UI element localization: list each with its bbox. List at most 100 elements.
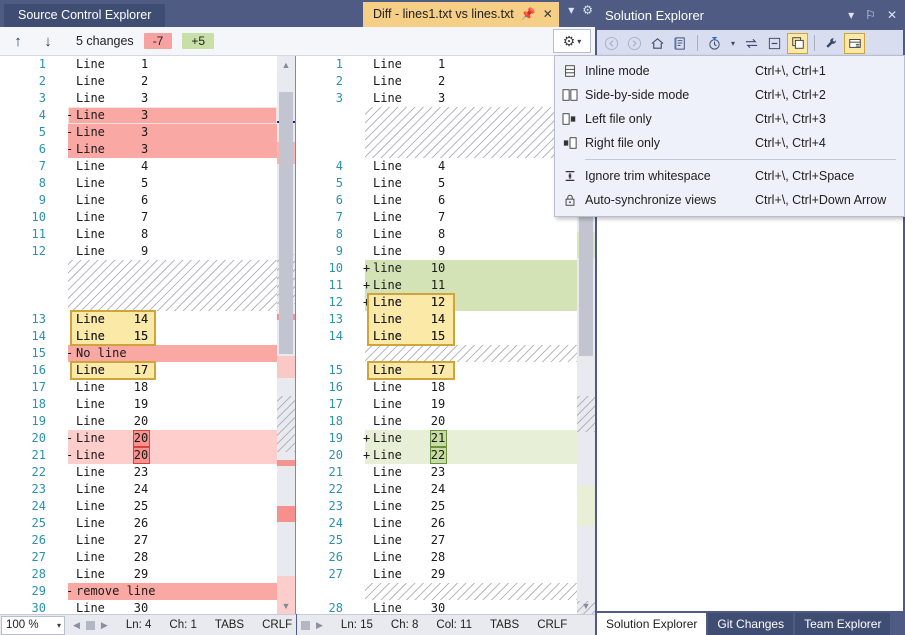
collapse-all-icon[interactable] [764,33,785,54]
code-line-row[interactable]: 7Line 7 [297,209,595,226]
code-line-row[interactable]: 1Line 1 [0,56,295,73]
back-icon[interactable] [601,33,622,54]
right-horizontal-scrollbar[interactable]: ▶ [301,620,323,631]
code-line-row[interactable]: 27Line 28 [0,549,295,566]
diff-gap-row[interactable] [0,294,295,311]
menu-item-lock[interactable]: Auto-synchronize viewsCtrl+\, Ctrl+Down … [555,188,904,212]
tab-source-control-explorer[interactable]: Source Control Explorer [4,4,165,27]
scroll-thumb[interactable] [301,621,310,630]
code-line-row[interactable]: 22Line 23 [0,464,295,481]
code-line-row[interactable]: 20+Line 22 [297,447,595,464]
scroll-right-icon[interactable]: ▶ [316,620,323,631]
scroll-thumb[interactable] [579,196,593,356]
code-line-row[interactable]: 14Line 15 [0,328,295,345]
home-icon[interactable] [647,33,668,54]
bottom-tab-solution-explorer[interactable]: Solution Explorer [597,613,706,635]
menu-item-inline-mode[interactable]: Inline modeCtrl+\, Ctrl+1 [555,59,904,83]
code-line-row[interactable]: 17Line 19 [297,396,595,413]
code-line-row[interactable]: 28Line 30 [297,600,595,614]
scroll-down-icon[interactable]: ▼ [277,597,295,614]
scroll-up-icon[interactable]: ▲ [277,56,295,73]
code-line-row[interactable]: 18Line 19 [0,396,295,413]
diff-settings-button[interactable]: ⚙ ▾ [553,29,591,53]
diff-gap-row[interactable] [297,345,595,362]
sync-with-active-document-icon[interactable] [741,33,762,54]
zoom-level-selector[interactable]: 100 % ▾ [1,616,65,635]
scroll-down-icon[interactable]: ▼ [577,597,595,614]
code-line-row[interactable]: 19+Line 21 [297,430,595,447]
pin-icon[interactable]: ⚐ [865,8,876,22]
code-line-row[interactable]: 4Line 4 [297,158,595,175]
code-line-row[interactable]: 26Line 27 [0,532,295,549]
code-line-row[interactable]: 3Line 3 [0,90,295,107]
left-horizontal-scrollbar[interactable]: ◀ ▶ [73,620,108,631]
menu-item-left-file-only[interactable]: Left file onlyCtrl+\, Ctrl+3 [555,107,904,131]
code-line-row[interactable]: 1Line 1 [297,56,595,73]
code-line-row[interactable]: 9Line 6 [0,192,295,209]
code-line-row[interactable]: 20-Line 20 [0,430,295,447]
tab-list-dropdown-icon[interactable]: ▾ [568,3,574,17]
code-line-row[interactable]: 26Line 28 [297,549,595,566]
next-change-button[interactable]: ↓ [36,29,60,53]
code-line-row[interactable]: 27Line 29 [297,566,595,583]
code-line-row[interactable]: 11Line 8 [0,226,295,243]
diff-gap-row[interactable] [0,277,295,294]
code-line-row[interactable]: 12+Line 12 [297,294,595,311]
code-line-row[interactable]: 6Line 6 [297,192,595,209]
menu-item-side-by-side-mode[interactable]: Side-by-side modeCtrl+\, Ctrl+2 [555,83,904,107]
code-line-row[interactable]: 21-Line 20 [0,447,295,464]
code-line-row[interactable]: 8Line 5 [0,175,295,192]
diff-gap-row[interactable] [297,583,595,600]
code-line-row[interactable]: 5-Line 3 [0,124,295,141]
code-line-row[interactable]: 30Line 30 [0,600,295,614]
code-line-row[interactable]: 11+Line 11 [297,277,595,294]
code-line-row[interactable]: 10Line 7 [0,209,295,226]
code-line-row[interactable]: 17Line 18 [0,379,295,396]
left-code-surface[interactable]: 1Line 12Line 23Line 34-Line 35-Line 36-L… [0,56,295,614]
code-line-row[interactable]: 15-No line [0,345,295,362]
scroll-thumb[interactable] [86,621,95,630]
menu-item-trim-whitespace[interactable]: Ignore trim whitespaceCtrl+\, Ctrl+Space [555,164,904,188]
diff-gap-row[interactable] [297,124,595,141]
code-line-row[interactable]: 2Line 2 [0,73,295,90]
code-line-row[interactable]: 24Line 26 [297,515,595,532]
right-diff-pane[interactable]: 1Line 12Line 23Line 34Line 45Line 56Line… [297,56,595,614]
code-line-row[interactable]: 6-Line 3 [0,141,295,158]
code-line-row[interactable]: 12Line 9 [0,243,295,260]
code-line-row[interactable]: 22Line 24 [297,481,595,498]
close-icon[interactable]: ✕ [887,8,897,22]
code-line-row[interactable]: 23Line 25 [297,498,595,515]
properties-window-icon[interactable] [844,33,865,54]
menu-item-right-file-only[interactable]: Right file onlyCtrl+\, Ctrl+4 [555,131,904,155]
scroll-left-icon[interactable]: ◀ [73,620,80,631]
scroll-thumb[interactable] [279,92,293,354]
diff-gap-row[interactable] [297,107,595,124]
code-line-row[interactable]: 13Line 14 [297,311,595,328]
code-line-row[interactable]: 29-remove line [0,583,295,600]
code-line-row[interactable]: 10+line 10 [297,260,595,277]
code-line-row[interactable]: 21Line 23 [297,464,595,481]
code-line-row[interactable]: 25Line 27 [297,532,595,549]
left-diff-pane[interactable]: 1Line 12Line 23Line 34-Line 35-Line 36-L… [0,56,296,614]
tab-diff-document[interactable]: Diff - lines1.txt vs lines.txt 📌 ✕ [363,2,559,27]
code-line-row[interactable]: 16Line 18 [297,379,595,396]
code-line-row[interactable]: 23Line 24 [0,481,295,498]
diff-gap-row[interactable] [297,141,595,158]
pending-changes-icon[interactable] [670,33,691,54]
previous-change-button[interactable]: ↑ [6,29,30,53]
code-line-row[interactable]: 3Line 3 [297,90,595,107]
pin-icon[interactable]: 📌 [521,2,536,27]
code-line-row[interactable]: 28Line 29 [0,566,295,583]
bottom-tab-git-changes[interactable]: Git Changes [708,613,793,635]
code-line-row[interactable]: 2Line 2 [297,73,595,90]
chevron-down-icon[interactable]: ▾ [727,33,739,54]
code-line-row[interactable]: 9Line 9 [297,243,595,260]
left-vertical-scrollbar[interactable]: ▲ ▼ [277,56,295,614]
gear-icon[interactable]: ⚙ [582,3,593,17]
code-line-row[interactable]: 15Line 17 [297,362,595,379]
close-icon[interactable]: ✕ [543,2,553,27]
code-line-row[interactable]: 18Line 20 [297,413,595,430]
code-line-row[interactable]: 7Line 4 [0,158,295,175]
code-line-row[interactable]: 16Line 17 [0,362,295,379]
forward-icon[interactable] [624,33,645,54]
